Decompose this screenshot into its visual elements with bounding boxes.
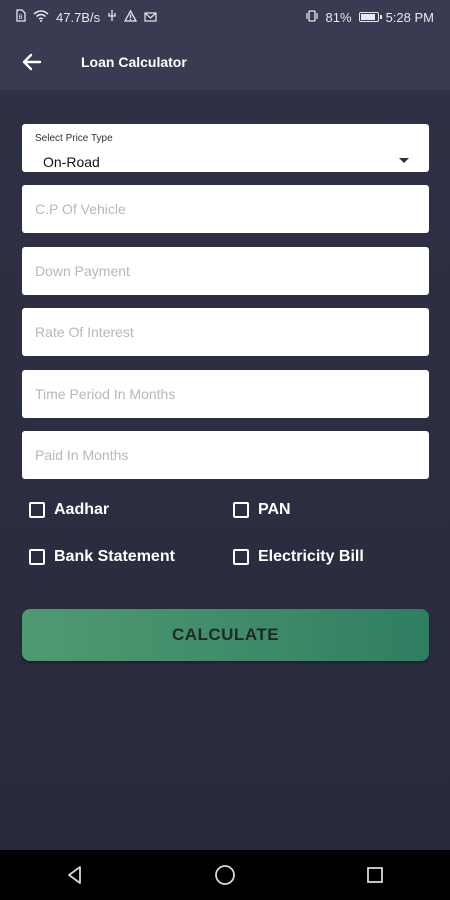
- bank-statement-checkbox[interactable]: Bank Statement: [29, 548, 175, 566]
- usb-icon: [107, 9, 117, 25]
- down-payment-input[interactable]: [22, 247, 429, 295]
- checkbox-icon[interactable]: [233, 549, 249, 565]
- status-bar: B 47.7B/s 81% 5:28 PM: [0, 0, 450, 34]
- status-left: B 47.7B/s: [16, 9, 157, 25]
- time-period-field[interactable]: [22, 370, 429, 418]
- mail-icon: [144, 10, 157, 25]
- back-arrow-icon[interactable]: [20, 50, 44, 74]
- svg-text:B: B: [19, 14, 23, 21]
- paid-months-input[interactable]: [22, 431, 429, 479]
- dropdown-arrow-icon: [399, 158, 409, 163]
- clock: 5:28 PM: [385, 9, 434, 25]
- app-bar: Loan Calculator: [0, 34, 450, 90]
- price-type-label: Select Price Type: [35, 133, 113, 144]
- down-payment-field[interactable]: [22, 247, 429, 295]
- time-period-input[interactable]: [22, 370, 429, 418]
- cp-vehicle-input[interactable]: [22, 185, 429, 233]
- pan-checkbox[interactable]: PAN: [233, 501, 291, 519]
- nav-home-icon[interactable]: [205, 855, 245, 895]
- rate-of-interest-field[interactable]: [22, 308, 429, 356]
- cp-vehicle-field[interactable]: [22, 185, 429, 233]
- system-nav-bar: [0, 850, 450, 900]
- vibrate-icon: [305, 9, 319, 25]
- aadhar-label: Aadhar: [54, 501, 110, 518]
- electricity-bill-checkbox[interactable]: Electricity Bill: [233, 548, 364, 566]
- loan-form: Select Price Type On-Road Aadhar PAN Ban…: [0, 90, 450, 850]
- calculate-button[interactable]: CALCULATE: [22, 609, 429, 661]
- net-speed: 47.7B/s: [56, 9, 101, 25]
- price-type-value: On-Road: [43, 154, 100, 170]
- status-right: 81% 5:28 PM: [305, 10, 434, 25]
- paid-months-field[interactable]: [22, 431, 429, 479]
- battery-percent: 81%: [325, 9, 352, 25]
- pan-label: PAN: [258, 501, 291, 518]
- aadhar-checkbox[interactable]: Aadhar: [29, 501, 109, 519]
- nav-recents-icon[interactable]: [355, 855, 395, 895]
- checkbox-icon[interactable]: [29, 549, 45, 565]
- price-type-select[interactable]: Select Price Type On-Road: [22, 124, 429, 172]
- page-title: Loan Calculator: [81, 54, 187, 70]
- wifi-icon: [33, 9, 49, 25]
- checkbox-icon[interactable]: [233, 502, 249, 518]
- rate-of-interest-input[interactable]: [22, 308, 429, 356]
- battery-icon: [358, 12, 382, 22]
- electricity-bill-label: Electricity Bill: [258, 548, 364, 565]
- sim-icon: B: [16, 9, 26, 25]
- bank-statement-label: Bank Statement: [54, 548, 175, 565]
- checkbox-icon[interactable]: [29, 502, 45, 518]
- warning-icon: [123, 9, 138, 25]
- nav-back-icon[interactable]: [55, 855, 95, 895]
